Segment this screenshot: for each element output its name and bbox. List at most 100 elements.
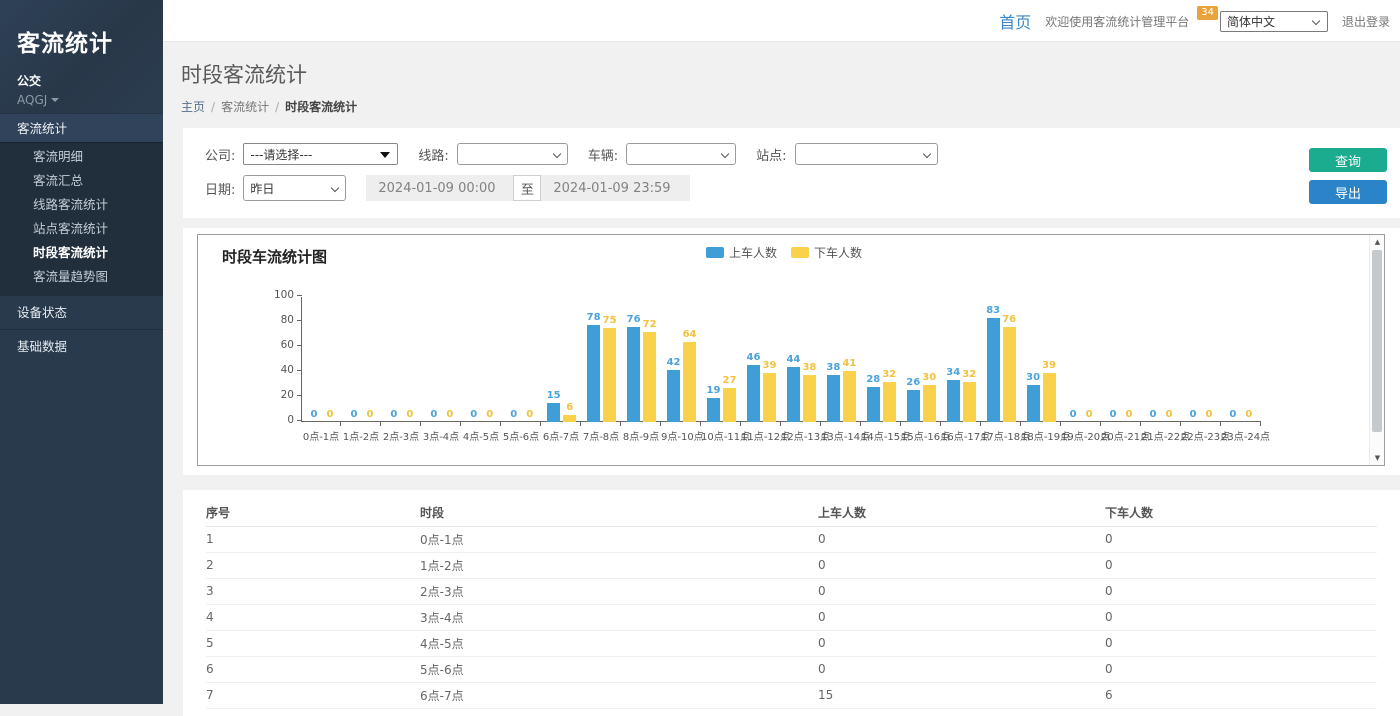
bar-value-label: 34	[946, 367, 960, 378]
sidebar-item-基础数据[interactable]: 基础数据	[0, 329, 163, 363]
table-cell: 0	[1105, 526, 1377, 552]
sidebar-item-客流汇总[interactable]: 客流汇总	[0, 169, 163, 193]
line-select[interactable]	[457, 143, 568, 165]
sidebar-item-客流明细[interactable]: 客流明细	[0, 145, 163, 169]
x-axis-tick-mark	[821, 422, 861, 426]
bar-group-9点-10点: 4264	[662, 297, 702, 422]
station-select[interactable]	[795, 143, 938, 165]
breadcrumb-item[interactable]: 主页	[181, 100, 205, 114]
logo-block: 客流统计 公交 AQGJ	[0, 0, 163, 113]
export-button[interactable]: 导出	[1309, 180, 1387, 204]
content-header: 时段客流统计 主页/客流统计/时段客流统计	[163, 43, 1400, 115]
bar-下车人数: 27	[723, 388, 736, 422]
x-axis-tick-mark	[621, 422, 661, 426]
sidebar-section-passenger-stats[interactable]: 客流统计	[0, 113, 163, 142]
scrollbar-thumb[interactable]	[1372, 250, 1382, 432]
bar-value-label: 30	[1026, 372, 1040, 383]
home-link[interactable]: 首页	[999, 9, 1031, 33]
table-row: 65点-6点00	[206, 656, 1377, 682]
bar-group-2点-3点: 00	[382, 297, 422, 422]
table-panel: 序号时段上车人数下车人数 10点-1点0021点-2点0032点-3点0043点…	[183, 490, 1400, 716]
date-to-label: 至	[513, 175, 541, 201]
legend-item-下车人数[interactable]: 下车人数	[791, 244, 862, 261]
bar-value-label: 30	[922, 372, 936, 383]
table-header-时段: 时段	[420, 500, 818, 526]
sidebar-submenu: 客流明细客流汇总线路客流统计站点客流统计时段客流统计客流量趋势图	[0, 142, 163, 295]
breadcrumb: 主页/客流统计/时段客流统计	[181, 98, 1400, 115]
bar-group-11点-12点: 4639	[741, 297, 781, 422]
line-label: 线路:	[418, 145, 448, 164]
legend-item-上车人数[interactable]: 上车人数	[706, 244, 777, 261]
bar-value-label: 0	[1245, 409, 1252, 420]
table-cell: 0	[1105, 630, 1377, 656]
x-axis-label: 14点-15点	[861, 428, 901, 443]
x-axis-label: 22点-23点	[1181, 428, 1221, 443]
date-end-input[interactable]: 2024-01-09 23:59	[541, 175, 690, 201]
x-axis-tick-mark	[1061, 422, 1101, 426]
language-select[interactable]: 简体中文	[1220, 11, 1328, 32]
x-axis-tick-mark	[781, 422, 821, 426]
table-header-序号: 序号	[206, 500, 420, 526]
query-button[interactable]: 查询	[1309, 148, 1387, 172]
notification-badge[interactable]: 34	[1197, 6, 1218, 20]
station-label: 站点:	[756, 145, 786, 164]
bar-value-label: 0	[1126, 409, 1133, 420]
app-logo: 客流统计	[17, 24, 146, 58]
scroll-up-icon[interactable]: ▲	[1370, 235, 1385, 249]
date-preset-select[interactable]: 昨日	[243, 175, 346, 201]
x-axis-tick-mark	[301, 422, 341, 426]
sidebar-item-时段客流统计[interactable]: 时段客流统计	[0, 241, 163, 265]
table-cell: 5	[206, 630, 420, 656]
bar-value-label: 0	[390, 409, 397, 420]
bar-value-label: 0	[486, 409, 493, 420]
bar-group-21点-22点: 00	[1141, 297, 1181, 422]
bar-value-label: 0	[350, 409, 357, 420]
chevron-down-icon	[331, 184, 339, 192]
bar-value-label: 0	[430, 409, 437, 420]
scroll-down-icon[interactable]: ▼	[1370, 451, 1385, 465]
bar-下车人数: 75	[603, 328, 616, 422]
x-axis-tick-mark	[701, 422, 741, 426]
bar-下车人数: 32	[963, 382, 976, 422]
vehicle-select[interactable]	[626, 143, 736, 165]
table-cell: 0	[818, 656, 1105, 682]
table-cell: 0	[818, 630, 1105, 656]
bar-下车人数: 72	[643, 332, 656, 422]
x-axis-label: 7点-8点	[581, 428, 621, 443]
sidebar-item-客流量趋势图[interactable]: 客流量趋势图	[0, 265, 163, 289]
sidebar-item-设备状态[interactable]: 设备状态	[0, 295, 163, 329]
table-cell: 1	[206, 526, 420, 552]
table-cell: 2	[206, 552, 420, 578]
bar-上车人数: 44	[787, 367, 800, 422]
x-axis-label: 13点-14点	[821, 428, 861, 443]
x-axis-tick-mark	[421, 422, 461, 426]
bar-group-10点-11点: 1927	[702, 297, 742, 422]
bar-上车人数: 26	[907, 390, 920, 423]
bar-value-label: 0	[1229, 409, 1236, 420]
bar-value-label: 0	[1110, 409, 1117, 420]
chevron-down-icon	[721, 150, 729, 158]
bar-group-0点-1点: 00	[302, 297, 342, 422]
logout-link[interactable]: 退出登录	[1342, 13, 1390, 30]
chart-scrollbar[interactable]: ▲ ▼	[1369, 235, 1384, 465]
x-axis-tick-mark	[581, 422, 621, 426]
bar-value-label: 83	[986, 305, 1000, 316]
vehicle-label: 车辆:	[588, 145, 618, 164]
y-axis-tick-label: 40	[266, 364, 294, 376]
org-selector[interactable]: AQGJ	[17, 93, 146, 107]
bar-value-label: 39	[762, 360, 776, 371]
table-cell: 4	[206, 604, 420, 630]
bar-group-7点-8点: 7875	[582, 297, 622, 422]
bar-group-12点-13点: 4438	[781, 297, 821, 422]
filter-panel: 公司: ---请选择--- 线路: 车辆: 站点: 日期: 昨日 2024-01…	[183, 128, 1400, 218]
company-select[interactable]: ---请选择---	[243, 143, 398, 165]
date-start-input[interactable]: 2024-01-09 00:00	[366, 175, 513, 201]
sidebar-item-站点客流统计[interactable]: 站点客流统计	[0, 217, 163, 241]
x-axis-label: 21点-22点	[1141, 428, 1181, 443]
breadcrumb-item[interactable]: 客流统计	[221, 100, 269, 114]
sidebar-item-线路客流统计[interactable]: 线路客流统计	[0, 193, 163, 217]
bar-value-label: 0	[470, 409, 477, 420]
x-axis-label: 4点-5点	[461, 428, 501, 443]
table-cell: 0	[1105, 578, 1377, 604]
table-header-上车人数: 上车人数	[818, 500, 1105, 526]
